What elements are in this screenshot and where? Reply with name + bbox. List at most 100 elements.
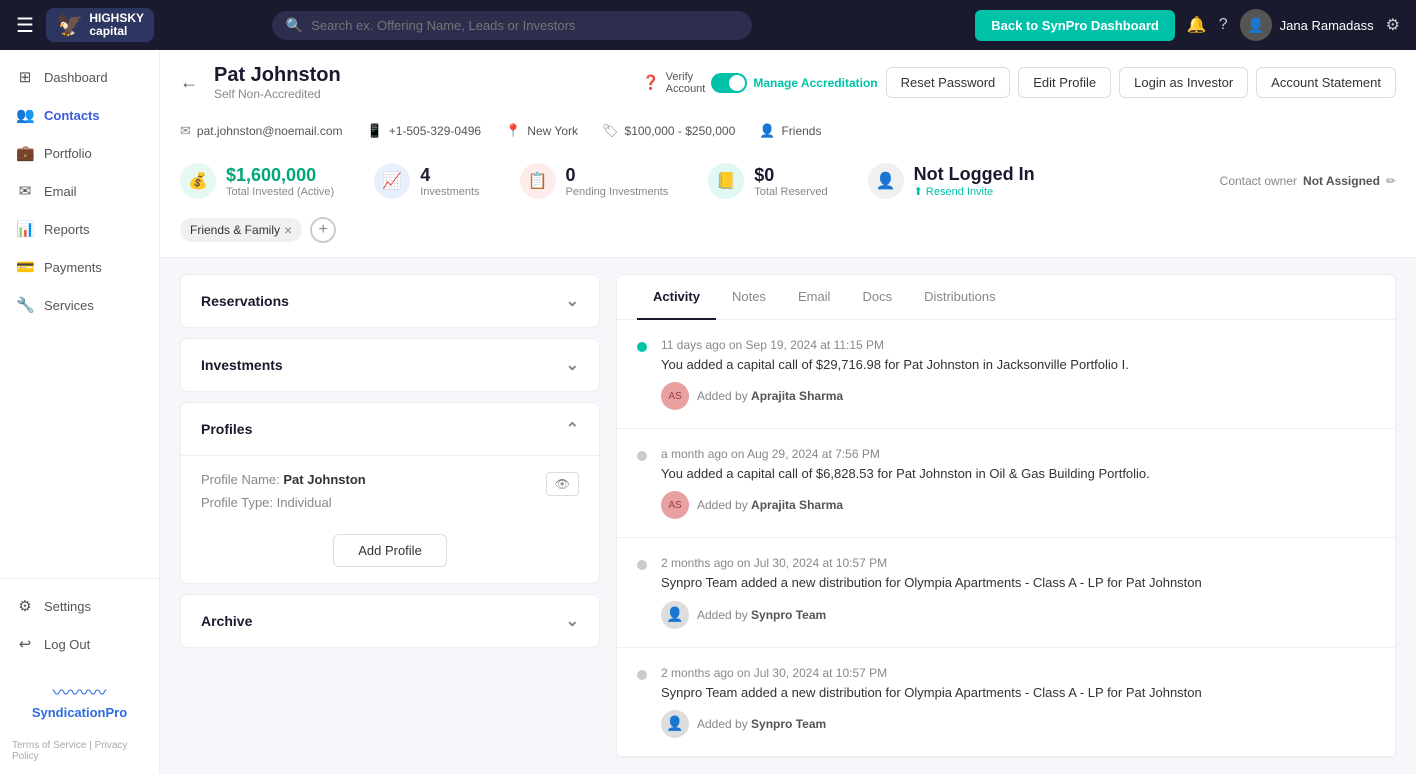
sidebar-item-payments[interactable]: 💳 Payments — [0, 248, 159, 286]
profiles-accordion: Profiles ⌃ Profile Name: Pat Johnston Pr… — [180, 402, 600, 584]
activity-dot — [637, 560, 647, 570]
sidebar-label-dashboard: Dashboard — [44, 70, 108, 85]
stat-pending: 📋 0 Pending Investments — [520, 163, 669, 199]
tabs-bar: Activity Notes Email Docs Distributions — [617, 275, 1395, 320]
activity-time: 2 months ago on Jul 30, 2024 at 10:57 PM — [661, 556, 1375, 570]
login-icon: 👤 — [868, 163, 904, 199]
help-icon[interactable]: ? — [1219, 16, 1228, 34]
activity-content: 2 months ago on Jul 30, 2024 at 10:57 PM… — [661, 556, 1375, 628]
investor-name: Pat Johnston — [214, 64, 341, 87]
top-nav: ☰ 🦅 HIGHSKYcapital 🔍 Back to SynPro Dash… — [0, 0, 1416, 50]
notification-icon[interactable]: 🔔 — [1187, 15, 1207, 35]
chevron-down-icon: ⌄ — [566, 291, 579, 311]
investments-header[interactable]: Investments ⌄ — [181, 339, 599, 391]
chevron-down-icon: ⌄ — [566, 611, 579, 631]
sidebar-item-contacts[interactable]: 👥 Contacts — [0, 96, 159, 134]
search-input[interactable] — [311, 18, 738, 33]
activity-avatar: AS — [661, 491, 689, 519]
activity-added-by: Added by Aprajita Sharma — [697, 389, 843, 403]
sidebar-item-settings[interactable]: ⚙ Settings — [0, 587, 159, 625]
activity-text: You added a capital call of $29,716.98 f… — [661, 356, 1375, 374]
stat-login: 👤 Not Logged In ⬆ Resend Invite — [868, 163, 1035, 199]
total-invested-icon: 💰 — [180, 163, 216, 199]
verify-account-group: ❓ Verify Account Manage Accreditation — [642, 71, 877, 95]
back-to-dashboard-button[interactable]: Back to SynPro Dashboard — [975, 10, 1175, 41]
account-statement-button[interactable]: Account Statement — [1256, 67, 1396, 98]
sidebar-item-portfolio[interactable]: 💼 Portfolio — [0, 134, 159, 172]
tab-email[interactable]: Email — [782, 275, 847, 320]
investments-value: 4 — [420, 165, 479, 186]
right-panel: Activity Notes Email Docs Distributions … — [616, 274, 1396, 758]
pending-value: 0 — [566, 165, 669, 186]
reservations-label: Reservations — [201, 293, 289, 309]
investor-email: pat.johnston@noemail.com — [197, 124, 343, 138]
sidebar-item-reports[interactable]: 📊 Reports — [0, 210, 159, 248]
logout-icon: ↩ — [16, 635, 34, 653]
left-panel: Reservations ⌄ Investments ⌄ Profiles ⌃ — [180, 274, 600, 758]
tab-notes[interactable]: Notes — [716, 275, 782, 320]
activity-time: 11 days ago on Sep 19, 2024 at 11:15 PM — [661, 338, 1375, 352]
add-tag-button[interactable]: + — [310, 217, 336, 243]
activity-user: AS Added by Aprajita Sharma — [661, 491, 1375, 519]
archive-header[interactable]: Archive ⌄ — [181, 595, 599, 647]
investor-info-bar: ✉ pat.johnston@noemail.com 📱 +1-505-329-… — [180, 113, 1396, 149]
resend-invite-link[interactable]: ⬆ Resend Invite — [914, 185, 1035, 198]
sidebar-item-dashboard[interactable]: ⊞ Dashboard — [0, 58, 159, 96]
investor-source: Friends — [781, 124, 821, 138]
reservations-header[interactable]: Reservations ⌄ — [181, 275, 599, 327]
add-profile-button[interactable]: Add Profile — [333, 534, 447, 567]
terms-link[interactable]: Terms of Service — [12, 740, 86, 751]
login-value: Not Logged In — [914, 164, 1035, 185]
profiles-header[interactable]: Profiles ⌃ — [181, 403, 599, 455]
reset-password-button[interactable]: Reset Password — [886, 67, 1011, 98]
avatar: 👤 — [1240, 9, 1272, 41]
sidebar: ⊞ Dashboard 👥 Contacts 💼 Portfolio ✉ Ema… — [0, 50, 160, 774]
investor-header: ← Pat Johnston Self Non-Accredited ❓ Ver… — [160, 50, 1416, 258]
view-profile-button[interactable]: 👁 — [546, 472, 579, 496]
search-bar: 🔍 — [272, 11, 752, 40]
reserved-label: Total Reserved — [754, 186, 827, 198]
investments-accordion: Investments ⌄ — [180, 338, 600, 392]
activity-avatar: AS — [661, 382, 689, 410]
total-invested-value: $1,600,000 — [226, 165, 334, 186]
investor-phone: +1-505-329-0496 — [389, 124, 481, 138]
investments-icon: 📈 — [374, 163, 410, 199]
profiles-label: Profiles — [201, 421, 252, 437]
chevron-down-icon: ⌄ — [566, 355, 579, 375]
tag-remove-icon[interactable]: × — [284, 222, 292, 238]
manage-accreditation-link[interactable]: Manage Accreditation — [753, 76, 877, 90]
pending-label: Pending Investments — [566, 186, 669, 198]
user-info: 👤 Jana Ramadass — [1240, 9, 1374, 41]
edit-profile-button[interactable]: Edit Profile — [1018, 67, 1111, 98]
sidebar-item-services[interactable]: 🔧 Services — [0, 286, 159, 324]
contact-owner-label: Contact owner — [1220, 174, 1297, 188]
login-as-investor-button[interactable]: Login as Investor — [1119, 67, 1248, 98]
stat-investments: 📈 4 Investments — [374, 163, 479, 199]
activity-avatar: 👤 — [661, 601, 689, 629]
tab-distributions[interactable]: Distributions — [908, 275, 1012, 320]
activity-item: 2 months ago on Jul 30, 2024 at 10:57 PM… — [617, 538, 1395, 647]
logo: 🦅 HIGHSKYcapital — [46, 8, 154, 42]
body-panels: Reservations ⌄ Investments ⌄ Profiles ⌃ — [160, 258, 1416, 774]
user-settings-icon[interactable]: ⚙ — [1386, 15, 1400, 35]
verify-toggle[interactable] — [711, 73, 747, 93]
tab-docs[interactable]: Docs — [846, 275, 908, 320]
sidebar-label-settings: Settings — [44, 599, 91, 614]
sidebar-label-portfolio: Portfolio — [44, 146, 92, 161]
archive-accordion: Archive ⌄ — [180, 594, 600, 648]
sidebar-item-logout[interactable]: ↩ Log Out — [0, 625, 159, 663]
tab-activity[interactable]: Activity — [637, 275, 716, 320]
activity-added-by: Added by Synpro Team — [697, 608, 826, 622]
back-button[interactable]: ← — [180, 72, 198, 93]
stat-reserved: 📒 $0 Total Reserved — [708, 163, 827, 199]
pending-icon: 📋 — [520, 163, 556, 199]
activity-user: AS Added by Aprajita Sharma — [661, 382, 1375, 410]
sidebar-item-email[interactable]: ✉ Email — [0, 172, 159, 210]
hamburger-icon[interactable]: ☰ — [16, 13, 34, 38]
edit-owner-icon[interactable]: ✏ — [1386, 174, 1396, 188]
logo-icon: 🦅 — [56, 12, 83, 38]
stat-total-invested: 💰 $1,600,000 Total Invested (Active) — [180, 163, 334, 199]
activity-avatar: 👤 — [661, 710, 689, 738]
activity-added-by: Added by Aprajita Sharma — [697, 498, 843, 512]
location-icon: 📍 — [505, 123, 521, 139]
